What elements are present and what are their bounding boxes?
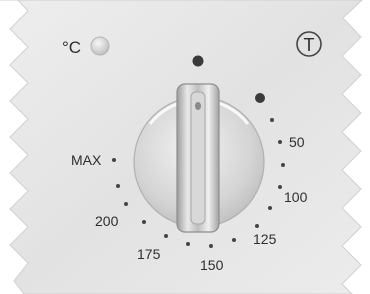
thermostat-symbol: T [304, 35, 315, 55]
scale-label-125: 125 [253, 231, 277, 247]
unit-label: °C [62, 38, 81, 57]
scale-dot [278, 140, 282, 144]
scale-dot [164, 234, 168, 238]
scale-dot [186, 242, 190, 246]
scale-dot [268, 206, 272, 210]
scale-label-50: 50 [289, 134, 305, 150]
scale-label-max: MAX [71, 152, 102, 168]
scale-label-150: 150 [200, 257, 224, 273]
oven-control-panel: °C T MAX 50 100 125 150 175 200 [0, 0, 363, 294]
scale-dot [209, 244, 213, 248]
scale-label-100: 100 [284, 189, 308, 205]
scale-dot [232, 238, 236, 242]
knob-grip-ridge [190, 91, 206, 225]
scale-dot [255, 224, 259, 228]
scale-dot [116, 184, 120, 188]
indicator-light [90, 36, 110, 56]
knob-pointer-notch [195, 102, 201, 110]
knob-position-marker [192, 55, 204, 67]
scale-dot [142, 220, 146, 224]
scale-dot [270, 118, 274, 122]
scale-label-175: 175 [137, 246, 161, 262]
scale-dot [281, 163, 285, 167]
scale-dot [112, 158, 116, 162]
scale-dot [278, 185, 282, 189]
scale-start-dot [255, 93, 265, 103]
scale-label-200: 200 [95, 213, 119, 229]
scale-dot [124, 202, 128, 206]
